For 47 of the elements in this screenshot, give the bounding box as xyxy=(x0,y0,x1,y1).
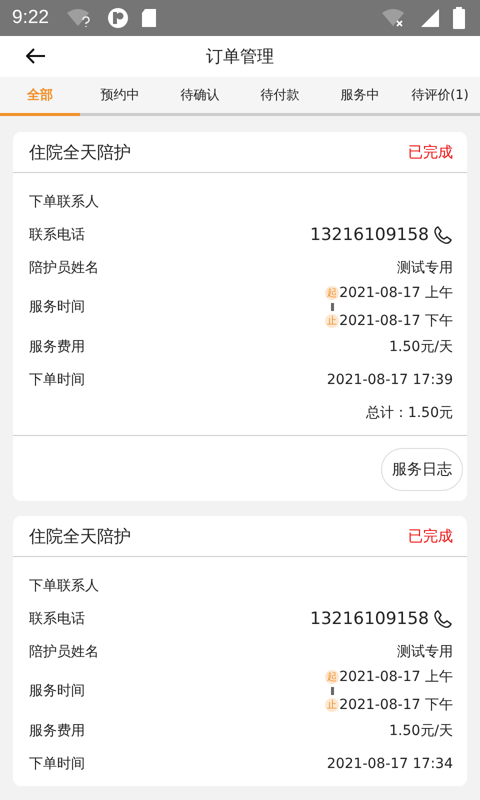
field-label: 服务费用 xyxy=(29,722,85,740)
order-title: 住院全天陪护 xyxy=(29,526,131,548)
field-label: 联系电话 xyxy=(29,610,85,628)
start-tag: 起 xyxy=(325,670,340,684)
phone-number: 13216109158 xyxy=(310,608,429,628)
field-label: 下单联系人 xyxy=(29,576,99,594)
status-time: 9:22 xyxy=(12,7,49,29)
field-label: 陪护员姓名 xyxy=(29,642,99,660)
phone-icon[interactable] xyxy=(433,608,453,628)
filter-tab[interactable]: 预约中 xyxy=(80,77,160,116)
end-tag: 止 xyxy=(325,314,340,328)
end-time: 2021-08-17 下午 xyxy=(339,312,453,330)
order-title: 住院全天陪护 xyxy=(29,142,131,164)
field-value: 1.50元/天 xyxy=(389,338,453,356)
field-label: 联系电话 xyxy=(29,226,85,244)
filter-tab[interactable]: 待付款 xyxy=(240,77,320,116)
page-title: 订单管理 xyxy=(206,46,274,68)
field-label: 服务时间 xyxy=(29,298,85,316)
end-tag: 止 xyxy=(325,698,340,712)
service-log-button[interactable]: 服务日志 xyxy=(381,448,463,491)
field-value: 2021-08-17 17:34 xyxy=(326,756,453,772)
filter-tab[interactable]: 待确认 xyxy=(160,77,240,116)
phone-number: 13216109158 xyxy=(310,224,429,244)
order-total: 总计：1.50元 xyxy=(366,404,453,422)
field-label: 下单时间 xyxy=(29,370,85,388)
field-value: 2021-08-17 17:39 xyxy=(326,372,453,388)
field-value: 1.50元/天 xyxy=(389,722,453,740)
app-icon xyxy=(106,7,129,29)
phone-icon[interactable] xyxy=(433,224,453,244)
start-time: 2021-08-17 上午 xyxy=(339,284,453,302)
field-label: 服务费用 xyxy=(29,338,85,356)
filter-tab[interactable]: 待评价(1) xyxy=(400,77,480,116)
field-label: 下单时间 xyxy=(29,754,85,772)
field-label: 服务时间 xyxy=(29,682,85,700)
order-status: 已完成 xyxy=(408,526,453,546)
end-time: 2021-08-17 下午 xyxy=(339,696,453,714)
field-value: 测试专用 xyxy=(397,642,453,660)
sd-card-icon xyxy=(140,8,157,28)
signal-icon xyxy=(420,8,440,28)
field-label: 下单联系人 xyxy=(29,192,99,210)
field-label: 陪护员姓名 xyxy=(29,258,99,276)
battery-icon xyxy=(452,7,466,29)
order-status: 已完成 xyxy=(408,142,453,162)
start-time: 2021-08-17 上午 xyxy=(339,668,453,686)
start-tag: 起 xyxy=(325,286,340,300)
filter-tab[interactable]: 服务中 xyxy=(320,77,400,116)
field-value: 测试专用 xyxy=(397,258,453,276)
